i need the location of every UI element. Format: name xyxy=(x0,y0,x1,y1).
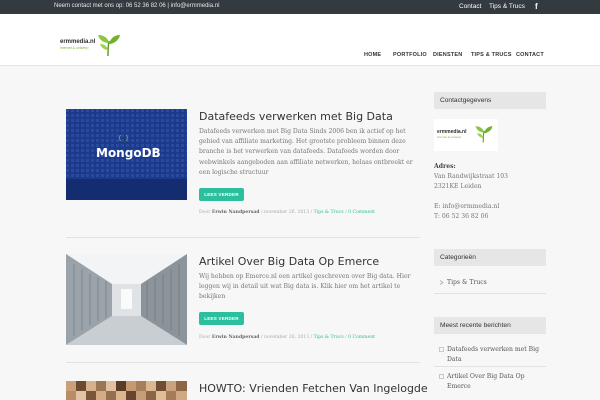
widget-title-recent: Meest recente berichten xyxy=(434,317,546,334)
nav-diensten[interactable]: DIENSTEN xyxy=(433,52,462,58)
post-meta: Door Erwin Nandpersad / november 26, 201… xyxy=(199,335,375,340)
registered-mark: ® xyxy=(153,147,157,152)
post-title[interactable]: HOWTO: Vrienden Fetchen Van Ingelogde xyxy=(199,382,428,395)
category-item[interactable]: Tips & Trucs xyxy=(447,278,487,288)
topbar-link-tips[interactable]: Tips & Trucs xyxy=(489,3,525,10)
recent-post-item[interactable]: Datafeeds verwerken met Big Data xyxy=(447,345,546,365)
nav-portfolio[interactable]: PORTFOLIO xyxy=(393,52,427,58)
sidebar-logo-tagline: internet & ontwerp xyxy=(437,135,462,139)
leaf-icon xyxy=(98,35,120,57)
meta-date: november 26, 2013 xyxy=(263,210,310,215)
contact-phone: T: 06 52 36 82 06 xyxy=(434,213,489,220)
nav-tips-trucs[interactable]: TIPS & TRUCS xyxy=(471,52,512,58)
meta-author[interactable]: Erwin Nandpersad xyxy=(212,210,260,215)
meta-category[interactable]: Tips & Trucs xyxy=(314,335,344,340)
post-title[interactable]: Artikel Over Big Data Op Emerce xyxy=(199,255,379,268)
meta-comments[interactable]: 0 Comment xyxy=(348,335,375,340)
list-arrow-icon xyxy=(439,280,444,285)
logo-text: ermmedia.nl xyxy=(60,39,96,45)
post-excerpt: Datafeeds verwerken met Big Data Sinds 2… xyxy=(199,128,413,176)
topbar-link-contact[interactable]: Contact xyxy=(459,3,481,10)
site-logo[interactable]: ermmedia.nl internet & ontwerp xyxy=(60,33,122,57)
site-header: ermmedia.nl internet & ontwerp HOME PORT… xyxy=(0,14,600,66)
meta-author[interactable]: Erwin Nandpersad xyxy=(212,335,260,340)
post-meta: Door Erwin Nandpersad / november 26, 201… xyxy=(199,210,375,215)
datacenter-image xyxy=(66,254,187,345)
post-divider xyxy=(66,362,420,363)
logo-tagline: internet & ontwerp xyxy=(60,46,89,50)
post-image-datacenter[interactable] xyxy=(66,254,187,345)
topbar-contact-text: Neem contact met ons op: 06 52 36 82 06 … xyxy=(54,3,220,9)
address-label: Adres: xyxy=(434,163,456,170)
sidebar-divider xyxy=(434,366,546,367)
sidebar-logo: ermmedia.nl internet & ontwerp xyxy=(434,119,498,151)
list-arrow-icon xyxy=(439,347,444,352)
read-more-button[interactable]: LEES VERDER xyxy=(199,312,244,325)
meta-author-prefix: Door xyxy=(199,335,211,340)
meta-date: november 26, 2013 xyxy=(263,335,310,340)
meta-comments[interactable]: 0 Comment xyxy=(348,210,375,215)
post-divider xyxy=(66,237,420,238)
leaf-icon xyxy=(475,126,493,143)
widget-title-contact: Contactgegevens xyxy=(434,92,546,109)
post-image-mongodb[interactable]: { } MongoDB ® xyxy=(66,109,187,200)
meta-category[interactable]: Tips & Trucs xyxy=(314,210,344,215)
list-arrow-icon xyxy=(439,374,444,379)
meta-author-prefix: Door xyxy=(199,210,211,215)
mongodb-label: MongoDB xyxy=(96,146,161,160)
top-bar: Neem contact met ons op: 06 52 36 82 06 … xyxy=(0,0,600,14)
address-line-1: Van Randwijkstraat 103 xyxy=(434,173,509,180)
nav-contact[interactable]: CONTACT xyxy=(516,52,544,58)
read-more-button[interactable]: LEES VERDER xyxy=(199,188,244,201)
address-line-2: 2321KE Leiden xyxy=(434,183,482,190)
sidebar-divider xyxy=(434,293,546,294)
recent-post-item[interactable]: Artikel Over Big Data Op Emerce xyxy=(447,372,546,392)
post-title[interactable]: Datafeeds verwerken met Big Data xyxy=(199,110,393,123)
facebook-icon[interactable]: f xyxy=(535,2,538,11)
nav-home[interactable]: HOME xyxy=(364,52,381,58)
post-excerpt: Wij hebben op Emerce.nl een artikel gesc… xyxy=(199,273,411,301)
post-image-faces[interactable] xyxy=(66,381,187,400)
contact-email[interactable]: E: info@ermmedia.nl xyxy=(434,202,499,212)
mongodb-braces-icon: { } xyxy=(118,135,129,142)
widget-title-categories: Categorieën xyxy=(434,249,546,266)
faces-image xyxy=(66,381,187,400)
